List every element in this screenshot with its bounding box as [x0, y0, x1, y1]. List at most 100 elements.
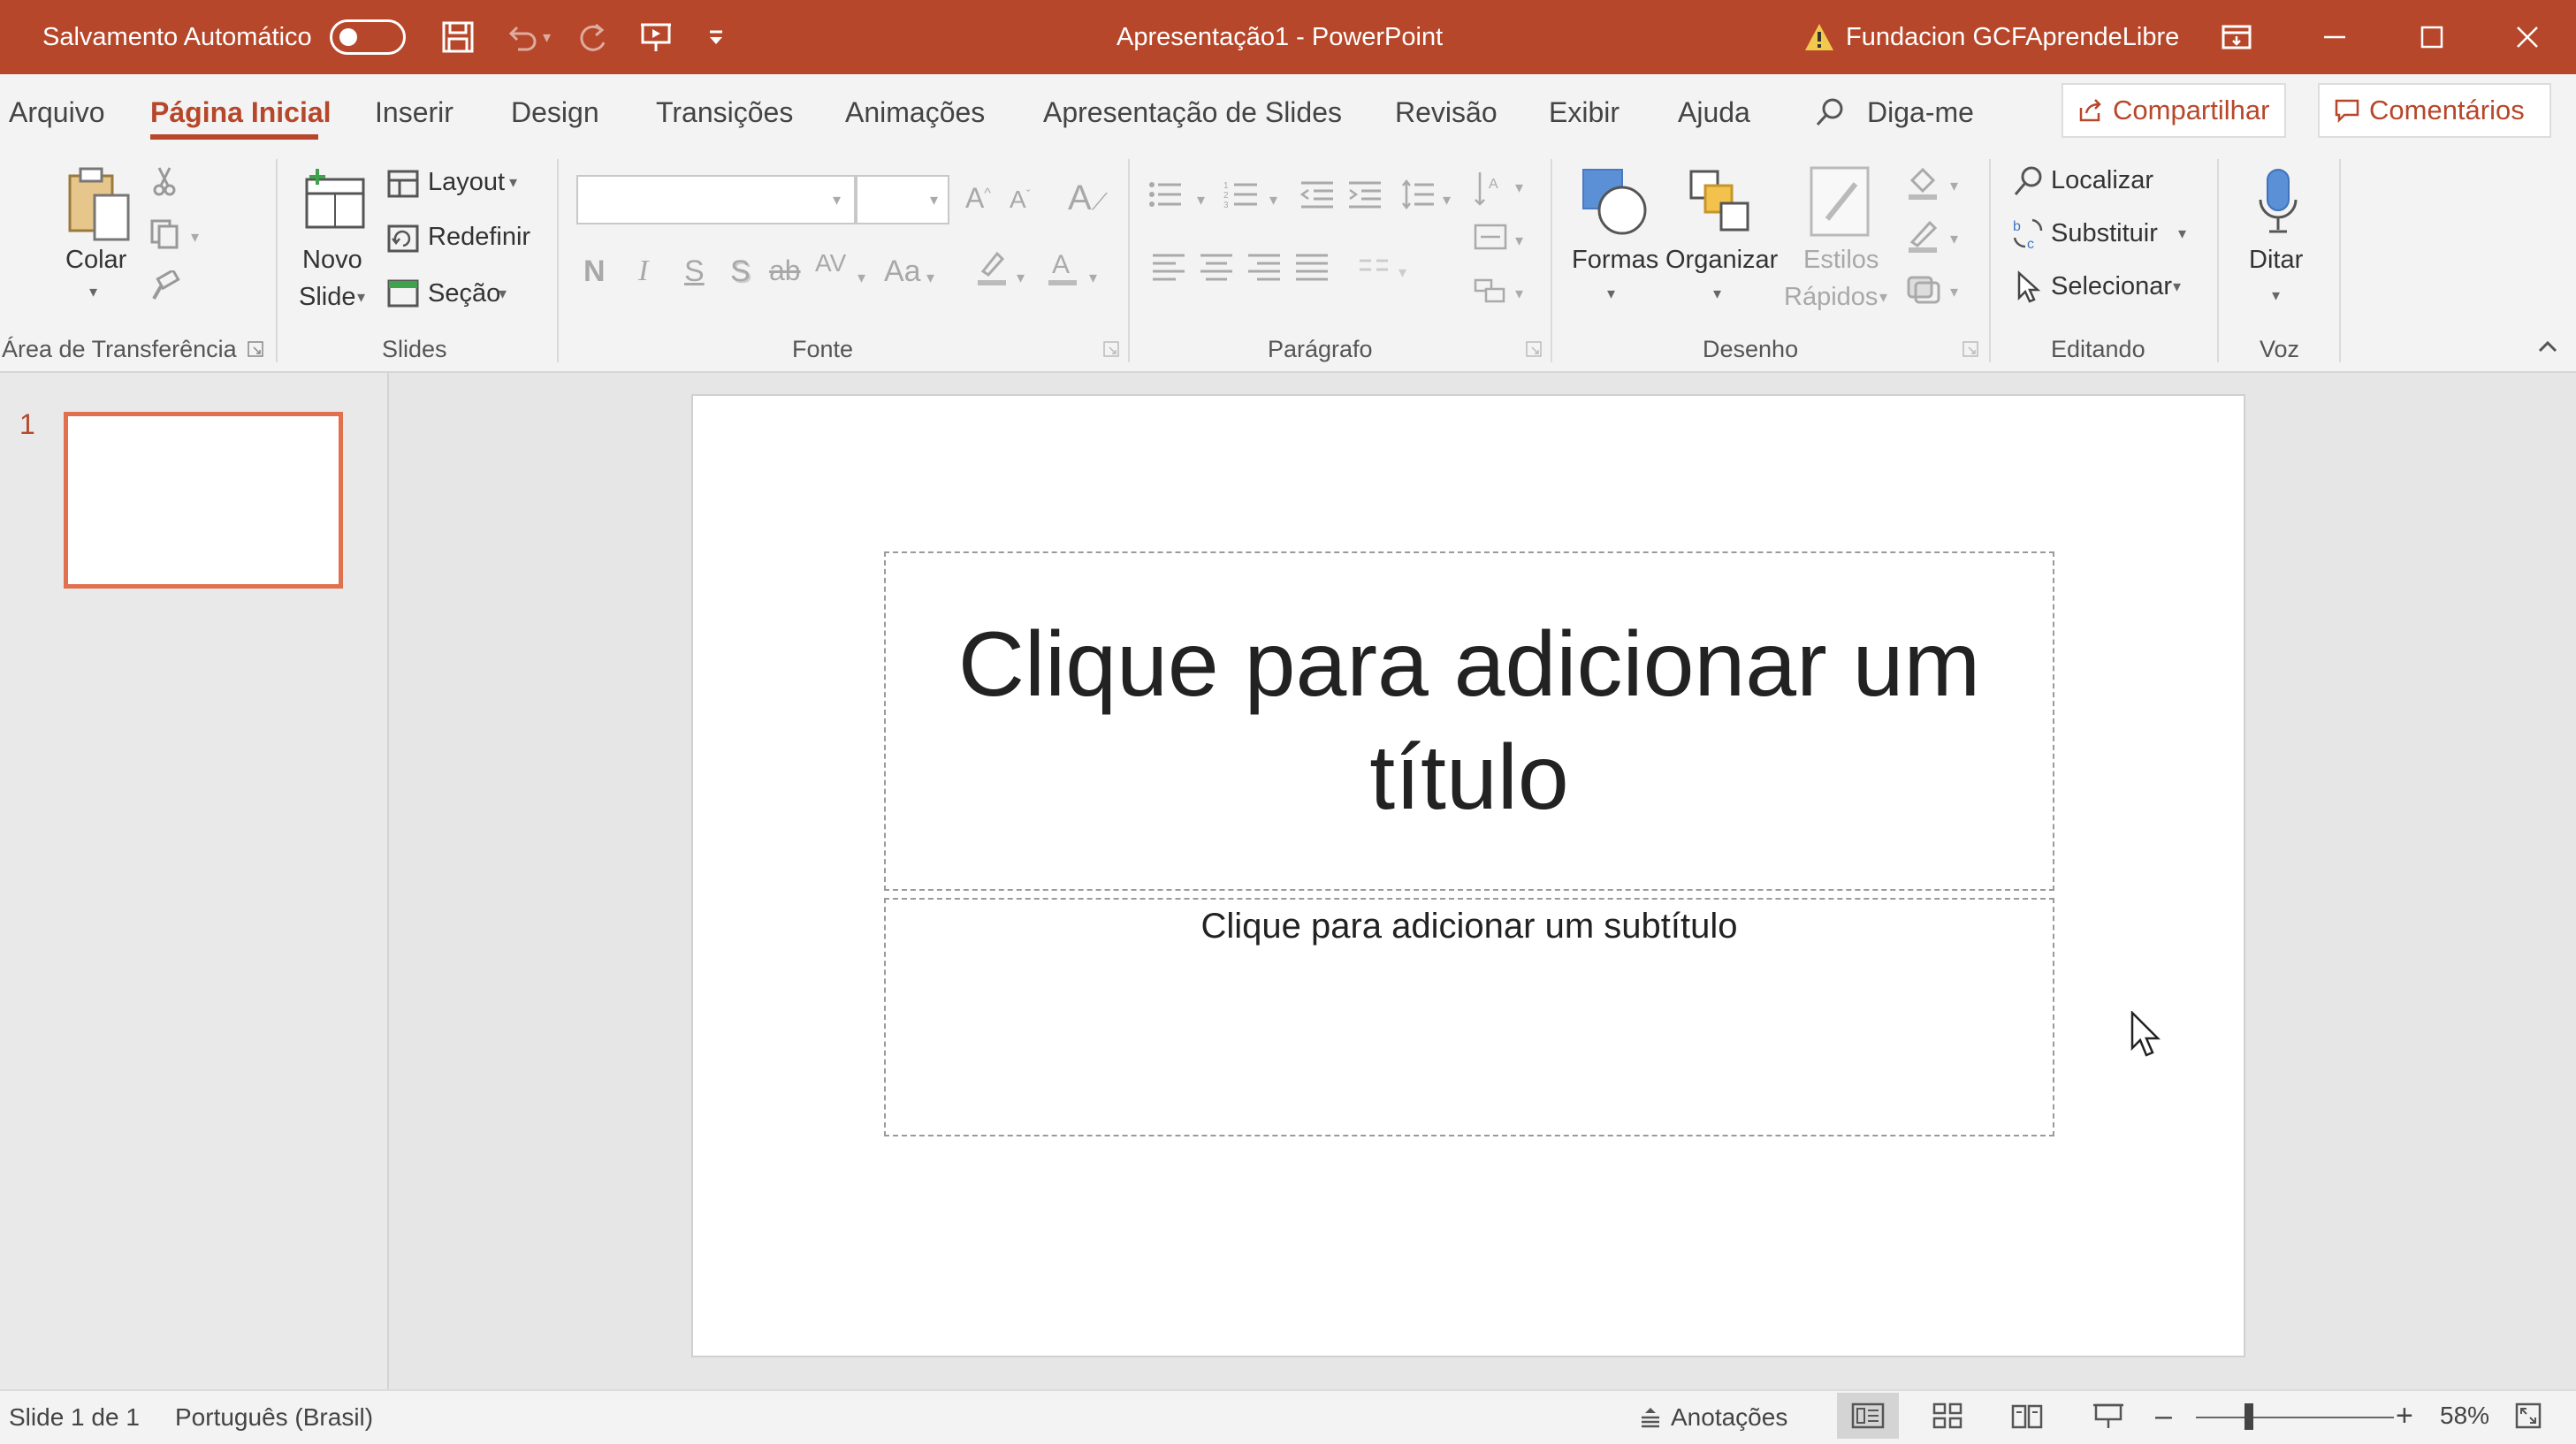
find-icon[interactable] [2008, 159, 2047, 203]
search-icon[interactable] [1809, 90, 1851, 134]
align-right-icon[interactable] [1245, 247, 1284, 286]
font-color-icon[interactable]: A [1041, 246, 1084, 290]
decrease-font-icon[interactable]: Aˇ [1010, 186, 1030, 214]
character-spacing-button[interactable]: AV [815, 249, 846, 277]
arrange-button-label[interactable]: Organizar [1665, 246, 1778, 275]
copy-dropdown-icon[interactable]: ▾ [191, 228, 199, 247]
zoom-slider-thumb[interactable] [2244, 1403, 2253, 1430]
layout-button[interactable]: Layout [428, 168, 505, 197]
font-name-dropdown-icon[interactable]: ▾ [833, 191, 841, 209]
paste-icon[interactable] [58, 161, 138, 249]
italic-button[interactable]: I [638, 255, 648, 288]
new-slide-label-2[interactable]: Slide [299, 283, 356, 312]
replace-button[interactable]: Substituir [2051, 219, 2158, 248]
slide-sorter-view-icon[interactable] [1917, 1393, 1978, 1439]
columns-dropdown-icon[interactable]: ▾ [1399, 263, 1406, 282]
change-case-button[interactable]: Aa [884, 255, 921, 289]
find-button[interactable]: Localizar [2051, 166, 2153, 195]
font-size-dropdown-icon[interactable]: ▾ [930, 191, 938, 209]
shapes-icon[interactable] [1575, 159, 1655, 244]
bullets-icon[interactable] [1146, 175, 1185, 214]
layout-icon[interactable] [385, 166, 421, 201]
normal-view-icon[interactable] [1837, 1393, 1899, 1439]
copy-icon[interactable] [145, 214, 184, 253]
dictate-button-label[interactable]: Ditar [2249, 246, 2303, 275]
customize-quick-access-icon[interactable] [695, 16, 737, 58]
bold-button[interactable]: N [583, 255, 606, 289]
shape-effects-dropdown-icon[interactable]: ▾ [1950, 283, 1958, 301]
underline-button[interactable]: S [684, 255, 705, 289]
select-dropdown-icon[interactable]: ▾ [2173, 277, 2181, 296]
align-center-icon[interactable] [1197, 247, 1236, 286]
select-button[interactable]: Selecionar [2051, 272, 2172, 301]
smartart-dropdown-icon[interactable]: ▾ [1515, 285, 1523, 303]
paste-button-label[interactable]: Colar [65, 246, 126, 275]
close-button[interactable] [2479, 0, 2576, 74]
font-color-dropdown-icon[interactable]: ▾ [1089, 269, 1097, 287]
font-name-input[interactable] [576, 175, 856, 224]
decrease-indent-icon[interactable] [1298, 175, 1337, 214]
text-direction-dropdown-icon[interactable]: ▾ [1515, 179, 1523, 197]
clear-formatting-icon[interactable]: A⟋ [1068, 179, 1108, 218]
notes-icon[interactable] [1637, 1403, 1664, 1432]
paragraph-launcher-icon[interactable] [1524, 339, 1543, 359]
new-slide-icon[interactable] [297, 161, 373, 240]
shape-fill-dropdown-icon[interactable]: ▾ [1950, 177, 1958, 195]
zoom-level[interactable]: 58% [2440, 1389, 2489, 1442]
tab-animacoes[interactable]: Animações [845, 74, 985, 150]
spacing-dropdown-icon[interactable]: ▾ [857, 269, 865, 287]
undo-dropdown-icon[interactable]: ▾ [543, 0, 551, 74]
minimize-button[interactable] [2286, 0, 2383, 74]
reset-icon[interactable] [385, 221, 421, 256]
tab-revisao[interactable]: Revisão [1395, 74, 1498, 150]
tab-design[interactable]: Design [511, 74, 599, 150]
new-slide-dropdown-icon[interactable]: ▾ [357, 288, 365, 307]
numbering-icon[interactable]: 123 [1222, 175, 1261, 214]
slideshow-view-icon[interactable] [2077, 1393, 2139, 1439]
drawing-launcher-icon[interactable] [1961, 339, 1980, 359]
justify-icon[interactable] [1292, 247, 1331, 286]
shape-outline-icon[interactable] [1901, 214, 1945, 258]
shapes-dropdown-icon[interactable]: ▾ [1607, 285, 1615, 303]
maximize-button[interactable] [2383, 0, 2481, 74]
undo-icon[interactable] [500, 16, 543, 58]
columns-icon[interactable] [1354, 247, 1393, 286]
notes-button[interactable]: Anotações [1671, 1391, 1787, 1444]
line-spacing-icon[interactable] [1399, 175, 1437, 214]
shape-effects-icon[interactable] [1901, 267, 1945, 311]
highlight-dropdown-icon[interactable]: ▾ [1017, 269, 1025, 287]
section-icon[interactable] [385, 276, 421, 311]
reset-button[interactable]: Redefinir [428, 223, 530, 252]
shadow-button[interactable]: S [730, 255, 751, 289]
language-indicator[interactable]: Português (Brasil) [175, 1391, 373, 1444]
ribbon-display-options-icon[interactable] [2215, 16, 2258, 58]
quick-styles-label-1[interactable]: Estilos [1803, 246, 1879, 275]
tab-transicoes[interactable]: Transições [656, 74, 793, 150]
tab-ajuda[interactable]: Ajuda [1678, 74, 1750, 150]
numbering-dropdown-icon[interactable]: ▾ [1269, 191, 1277, 209]
shapes-button-label[interactable]: Formas [1572, 246, 1658, 275]
replace-dropdown-icon[interactable]: ▾ [2178, 224, 2186, 243]
tab-exibir[interactable]: Exibir [1549, 74, 1620, 150]
arrange-dropdown-icon[interactable]: ▾ [1713, 285, 1721, 303]
shape-outline-dropdown-icon[interactable]: ▾ [1950, 230, 1958, 248]
comments-button[interactable]: Comentários [2318, 83, 2551, 138]
autosave-toggle[interactable] [330, 19, 406, 55]
paste-dropdown-icon[interactable]: ▾ [89, 283, 97, 301]
tab-apresentacao-de-slides[interactable]: Apresentação de Slides [1043, 74, 1342, 150]
select-icon[interactable] [2008, 265, 2047, 309]
strikethrough-icon[interactable]: ab [769, 255, 801, 287]
layout-dropdown-icon[interactable]: ▾ [509, 173, 517, 192]
redo-icon[interactable] [571, 16, 614, 58]
quick-styles-dropdown-icon[interactable]: ▾ [1879, 288, 1887, 307]
replace-icon[interactable]: bc [2008, 212, 2047, 256]
smartart-icon[interactable] [1471, 270, 1510, 309]
shape-fill-icon[interactable] [1901, 161, 1945, 205]
align-left-icon[interactable] [1149, 247, 1188, 286]
highlight-color-icon[interactable] [971, 246, 1013, 290]
title-placeholder[interactable]: Clique para adicionar um título [884, 551, 2054, 891]
share-button[interactable]: Compartilhar [2062, 83, 2286, 138]
arrange-icon[interactable] [1680, 159, 1759, 244]
increase-font-icon[interactable]: A^ [965, 182, 991, 215]
dictate-dropdown-icon[interactable]: ▾ [2272, 286, 2280, 305]
